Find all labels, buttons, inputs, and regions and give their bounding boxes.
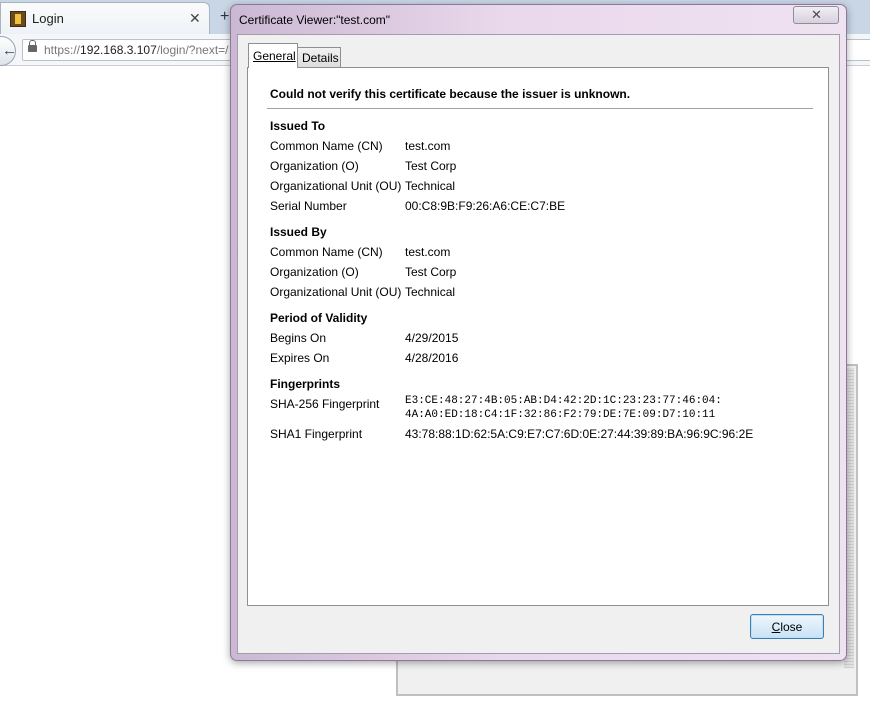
sha1-value: 43:78:88:1D:62:5A:C9:E7:C7:6D:0E:27:44:3… bbox=[405, 427, 754, 441]
site-favicon-icon bbox=[10, 11, 26, 27]
issued-to-ou-label: Organizational Unit (OU) bbox=[270, 179, 402, 193]
browser-tab-login[interactable]: Login ✕ bbox=[0, 2, 210, 34]
issued-by-cn-value: test.com bbox=[405, 245, 451, 259]
issued-to-o-value: Test Corp bbox=[405, 159, 457, 173]
url-host: 192.168.3.107 bbox=[80, 43, 157, 57]
issued-to-o-label: Organization (O) bbox=[270, 159, 359, 173]
issued-by-o-value: Test Corp bbox=[405, 265, 457, 279]
issued-by-ou-value: Technical bbox=[405, 285, 456, 299]
new-tab-icon[interactable]: + bbox=[220, 8, 229, 26]
fingerprints-heading: Fingerprints bbox=[270, 377, 341, 391]
sha1-label: SHA1 Fingerprint bbox=[270, 427, 363, 441]
close-button[interactable]: Close bbox=[750, 614, 824, 639]
issued-by-ou-label: Organizational Unit (OU) bbox=[270, 285, 402, 299]
sha256-value-line1: E3:CE:48:27:4B:05:AB:D4:42:2D:1C:23:23:7… bbox=[405, 395, 722, 407]
close-icon: ✕ bbox=[811, 7, 822, 22]
issued-to-cn-label: Common Name (CN) bbox=[270, 139, 383, 153]
serial-number-value: 00:C8:9B:F9:26:A6:CE:C7:BE bbox=[405, 199, 566, 213]
issued-by-o-label: Organization (O) bbox=[270, 265, 359, 279]
begins-on-value: 4/29/2015 bbox=[405, 331, 459, 345]
dialog-title: Certificate Viewer:"test.com" bbox=[239, 13, 391, 27]
sha256-value-line2: 4A:A0:ED:18:C4:1F:32:86:F2:79:DE:7E:09:D… bbox=[405, 409, 716, 421]
issued-by-heading: Issued By bbox=[270, 225, 327, 239]
issued-to-ou-value: Technical bbox=[405, 179, 456, 193]
back-button[interactable]: ← bbox=[0, 36, 17, 66]
close-button-label: Close bbox=[771, 620, 803, 634]
tab-general[interactable]: General bbox=[248, 43, 298, 68]
verification-warning: Could not verify this certificate becaus… bbox=[270, 87, 631, 101]
titlebar-close-button[interactable]: ✕ bbox=[793, 6, 839, 24]
dialog-client-area: General Details Could not verify this ce… bbox=[237, 34, 840, 654]
back-arrow-icon: ← bbox=[2, 42, 17, 59]
tab-title: Login bbox=[32, 11, 64, 26]
issued-to-cn-value: test.com bbox=[405, 139, 451, 153]
tab-general-label: General bbox=[253, 49, 296, 63]
lock-icon bbox=[28, 40, 37, 52]
separator bbox=[267, 108, 813, 109]
url-scheme: https:// bbox=[44, 43, 81, 57]
tab-details[interactable]: Details bbox=[298, 47, 341, 68]
tab-close-icon[interactable]: ✕ bbox=[189, 10, 201, 27]
certificate-viewer-dialog: Certificate Viewer:"test.com" ✕ General … bbox=[230, 4, 847, 661]
serial-number-label: Serial Number bbox=[270, 199, 347, 213]
issued-to-heading: Issued To bbox=[270, 119, 326, 133]
general-tab-panel: Could not verify this certificate becaus… bbox=[247, 67, 829, 606]
validity-heading: Period of Validity bbox=[270, 311, 368, 325]
tab-details-label: Details bbox=[302, 51, 339, 65]
begins-on-label: Begins On bbox=[270, 331, 327, 345]
url-text: https://192.168.3.107/login/?next=/ bbox=[44, 43, 229, 57]
sha256-label: SHA-256 Fingerprint bbox=[270, 397, 380, 411]
expires-on-label: Expires On bbox=[270, 351, 330, 365]
issued-by-cn-label: Common Name (CN) bbox=[270, 245, 383, 259]
expires-on-value: 4/28/2016 bbox=[405, 351, 459, 365]
url-path: /login/?next=/ bbox=[156, 43, 229, 57]
